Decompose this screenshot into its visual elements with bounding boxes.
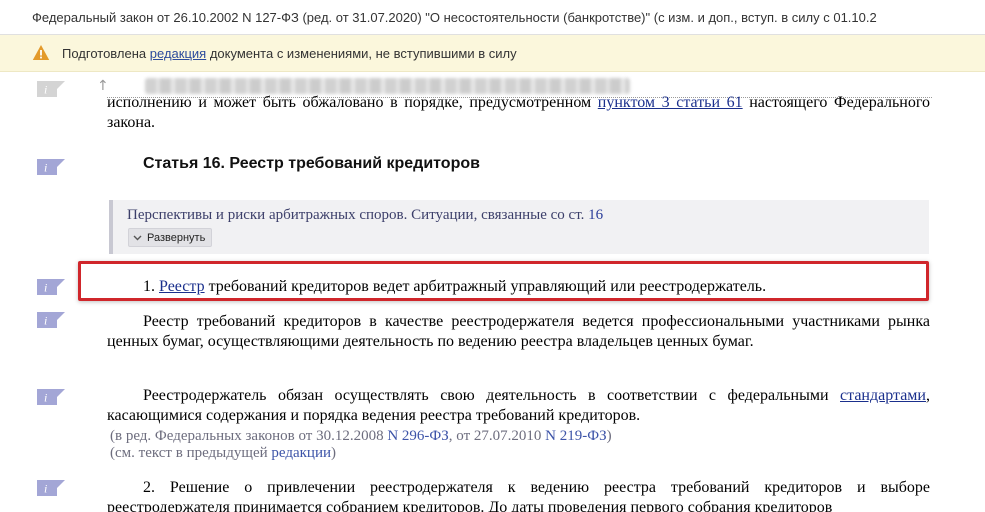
practice-box-article-number: 16: [588, 207, 604, 223]
svg-text:i: i: [44, 161, 47, 175]
highlight-frame: [78, 261, 929, 301]
svg-text:i: i: [44, 314, 47, 328]
practice-box-label: Перспективы и риски арбитражных споров. …: [127, 207, 589, 223]
edition-note-text: (см. текст в предыдущей: [110, 445, 272, 461]
practice-box-text[interactable]: Перспективы и риски арбитражных споров. …: [127, 207, 603, 224]
edition-note: (в ред. Федеральных законов от 30.12.200…: [110, 428, 612, 445]
chevron-down-icon: [133, 235, 142, 240]
clause-text: 2. Решение о привлечении реестродержател…: [107, 479, 930, 512]
expand-button-label: Развернуть: [147, 231, 206, 244]
notice-text-suffix: документа с изменениями, не вступившими …: [206, 46, 517, 61]
svg-text:i: i: [44, 83, 47, 97]
paragraph-text: исполнению и может быть обжаловано в пор…: [107, 94, 598, 111]
info-flag-icon[interactable]: i: [37, 279, 65, 295]
law-219-link[interactable]: N 219-ФЗ: [545, 428, 606, 444]
edition-note-text: , от 27.07.2010: [448, 428, 546, 444]
previous-paragraph: исполнению и может быть обжаловано в пор…: [107, 93, 930, 137]
info-flag-icon[interactable]: i: [37, 312, 65, 328]
info-flag-icon[interactable]: i: [37, 81, 65, 97]
document-body: i ↑ исполнению и может быть обжаловано в…: [0, 72, 985, 512]
paragraph-2: Реестр требований кредиторов в качестве …: [107, 312, 930, 351]
edition-note-text: ): [331, 445, 337, 461]
notice-text-prefix: Подготовлена: [62, 46, 150, 61]
article-title: Статья 16. Реестр требований кредиторов: [143, 155, 480, 172]
edition-note-text: (в ред. Федеральных законов от 30.12.200…: [110, 428, 388, 444]
standards-link[interactable]: стандартами: [840, 387, 926, 404]
paragraph-text: Реестродержатель обязан осуществлять сво…: [143, 387, 841, 404]
svg-text:i: i: [44, 482, 47, 496]
edition-notice-bar: Подготовлена редакция документа с измене…: [0, 35, 985, 72]
clause-2: 2. Решение о привлечении реестродержател…: [107, 478, 930, 512]
svg-text:i: i: [44, 281, 47, 295]
paragraph-3: Реестродержатель обязан осуществлять сво…: [107, 386, 930, 425]
practice-box: Перспективы и риски арбитражных споров. …: [109, 200, 929, 254]
svg-text:i: i: [44, 391, 47, 405]
blurred-previous-article-header: [145, 78, 630, 94]
warning-icon: [32, 45, 50, 60]
up-arrow-icon[interactable]: ↑: [97, 78, 109, 94]
previous-edition-link[interactable]: редакции: [271, 445, 331, 461]
expand-button[interactable]: Развернуть: [128, 228, 213, 247]
document-title-bar: Федеральный закон от 26.10.2002 N 127-ФЗ…: [0, 0, 985, 35]
info-flag-icon[interactable]: i: [37, 159, 65, 175]
info-flag-icon[interactable]: i: [37, 480, 65, 496]
law-296-link[interactable]: N 296-ФЗ: [387, 428, 448, 444]
notice-edition-link[interactable]: редакция: [150, 46, 206, 61]
previous-edition-note: (см. текст в предыдущей редакции): [110, 445, 336, 462]
point-3-article-61-link[interactable]: пунктом 3 статьи 61: [598, 94, 743, 111]
document-title: Федеральный закон от 26.10.2002 N 127-ФЗ…: [32, 10, 877, 25]
paragraph-text: Реестр требований кредиторов в качестве …: [107, 313, 930, 350]
info-flag-icon[interactable]: i: [37, 389, 65, 405]
edition-note-text: ): [606, 428, 612, 444]
